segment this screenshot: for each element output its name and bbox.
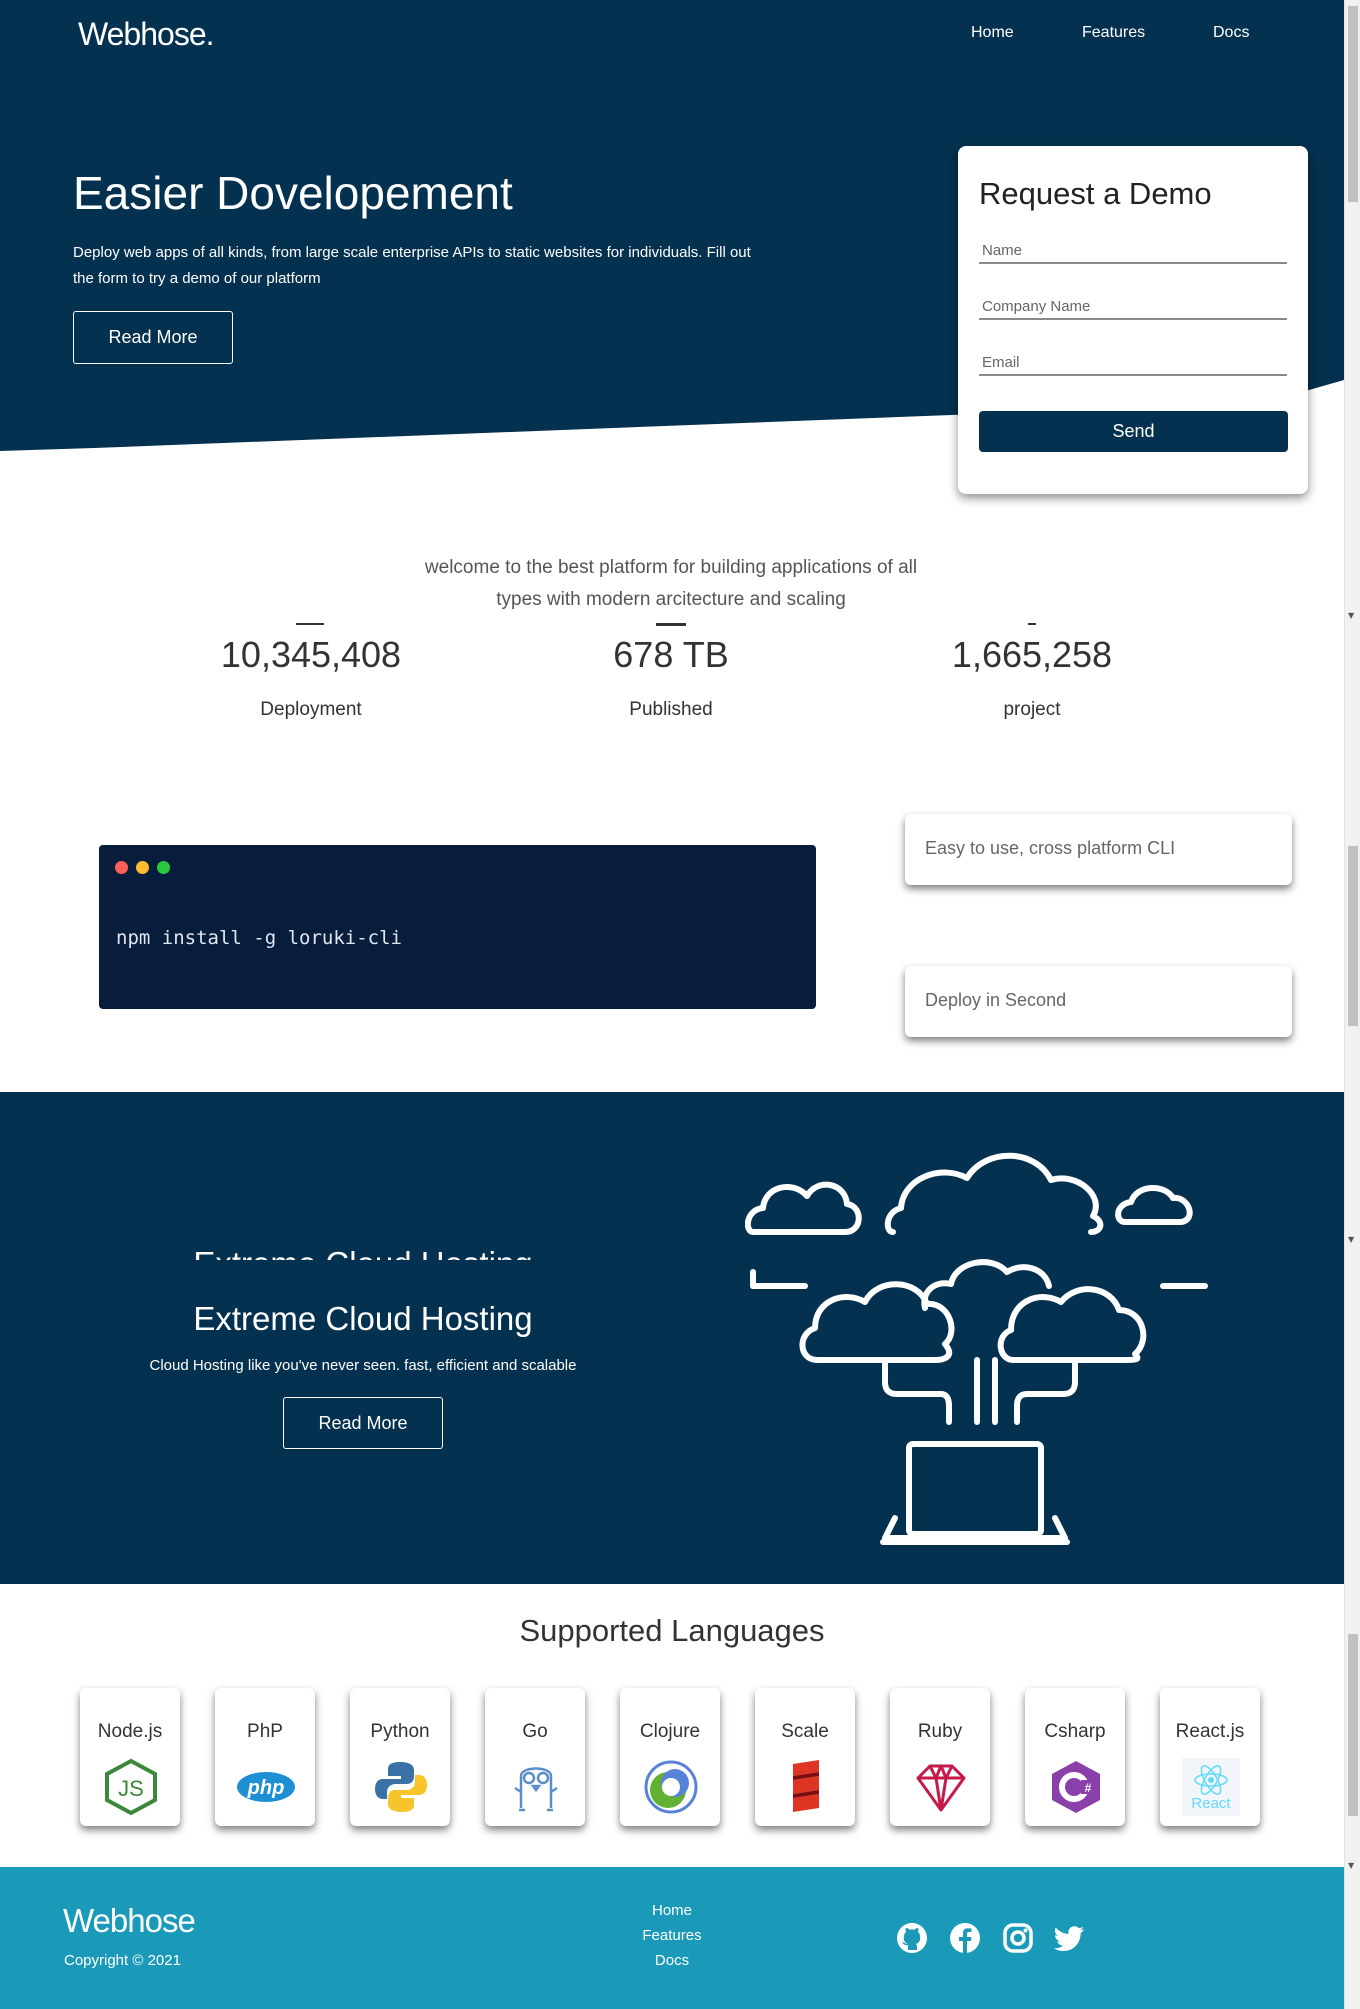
scala-icon	[793, 1760, 819, 1812]
lang-card-php[interactable]: PhP php	[215, 1688, 315, 1826]
feature-card-deploy: Deploy in Second	[905, 966, 1292, 1037]
svg-text:JS: JS	[118, 1776, 144, 1801]
email-field[interactable]: Email	[979, 346, 1287, 376]
cloud-title-ghost: Extreme Cloud Hosting	[0, 1240, 726, 1260]
footer: Webhose Copyright © 2021 Home Features D…	[0, 1867, 1344, 2009]
twitter-icon[interactable]	[1054, 1922, 1086, 1954]
hero-description: Deploy web apps of all kinds, from large…	[73, 244, 751, 287]
stat-project-value: 1,665,258	[951, 634, 1113, 675]
stat-published-value: 678 TB	[613, 634, 729, 675]
maximize-dot	[157, 861, 170, 874]
lang-card-clojure[interactable]: Clojure	[620, 1688, 720, 1826]
lang-name: Scale	[781, 1721, 829, 1742]
facebook-icon[interactable]	[949, 1922, 981, 1954]
languages-title: Supported Languages	[519, 1613, 825, 1648]
company-placeholder: Company Name	[982, 298, 1091, 315]
lang-card-nodejs[interactable]: Node.js JS	[80, 1688, 180, 1826]
close-dot	[115, 861, 128, 874]
demo-title: Request a Demo	[979, 176, 1212, 211]
react-icon: React	[1182, 1758, 1240, 1816]
footer-link-home[interactable]: Home	[0, 1902, 1344, 1919]
hero-title: Easier Dovelopement	[73, 167, 513, 219]
php-icon: php	[237, 1772, 295, 1802]
stat-decoration	[1028, 623, 1036, 625]
name-field[interactable]: Name	[979, 234, 1287, 264]
scroll-down-arrow[interactable]: ▼	[1348, 612, 1354, 620]
lang-name: Python	[370, 1721, 430, 1742]
cloud-read-more-button[interactable]: Read More	[283, 1397, 443, 1449]
cloud-laptop-illustration	[745, 1152, 1208, 1545]
clojure-icon	[644, 1760, 698, 1814]
lang-card-ruby[interactable]: Ruby	[890, 1688, 990, 1826]
stat-project-label: project	[1003, 699, 1061, 720]
lang-name: PhP	[247, 1721, 283, 1742]
lang-card-react[interactable]: React.js React	[1160, 1688, 1260, 1826]
stat-decoration	[296, 623, 324, 625]
stat-deployment-label: Deployment	[260, 699, 362, 720]
scroll-down-arrow[interactable]: ▼	[1348, 1236, 1354, 1244]
scrollbar-thumb[interactable]	[1348, 1634, 1358, 1816]
go-icon	[514, 1767, 558, 1812]
footer-link-features[interactable]: Features	[0, 1927, 1344, 1944]
terminal-command: npm install -g loruki-cli	[116, 927, 402, 949]
terminal-window: npm install -g loruki-cli	[99, 845, 816, 1009]
instagram-icon[interactable]	[1002, 1922, 1034, 1954]
scrollbar-thumb[interactable]	[1348, 846, 1358, 1026]
lang-name: React.js	[1175, 1721, 1245, 1742]
hero-read-more-button[interactable]: Read More	[73, 311, 233, 364]
send-button[interactable]: Send	[979, 411, 1288, 452]
feature-label: Easy to use, cross platform CLI	[925, 838, 1176, 858]
lang-name: Go	[522, 1721, 548, 1742]
scroll-down-arrow[interactable]: ▼	[1348, 1862, 1354, 1870]
stat-decoration	[656, 623, 686, 626]
lang-name: Node.js	[97, 1721, 163, 1742]
cloud-subtitle: Cloud Hosting like you've never seen. fa…	[149, 1357, 577, 1374]
footer-link-docs[interactable]: Docs	[0, 1952, 1344, 1969]
logo[interactable]: Webhose.	[78, 16, 214, 53]
lang-card-go[interactable]: Go	[485, 1688, 585, 1826]
cloud-title: Extreme Cloud Hosting	[193, 1300, 533, 1337]
nav-docs[interactable]: Docs	[1213, 24, 1249, 42]
nav-features[interactable]: Features	[1082, 24, 1145, 42]
name-placeholder: Name	[982, 242, 1023, 259]
ruby-icon	[916, 1764, 966, 1812]
lang-name: Csharp	[1044, 1721, 1106, 1742]
feature-card-cli: Easy to use, cross platform CLI	[905, 814, 1292, 885]
minimize-dot	[136, 861, 149, 874]
stat-published-label: Published	[629, 699, 713, 720]
welcome-text: welcome to the best platform for buildin…	[424, 557, 918, 610]
csharp-icon: #	[1052, 1761, 1100, 1813]
feature-label: Deploy in Second	[925, 990, 1067, 1010]
lang-name: Clojure	[639, 1721, 701, 1742]
svg-text:php: php	[247, 1777, 285, 1799]
lang-card-csharp[interactable]: Csharp #	[1025, 1688, 1125, 1826]
lang-card-scala[interactable]: Scale	[755, 1688, 855, 1826]
scrollbar[interactable]: ▼ ▼ ▼	[1344, 0, 1360, 2009]
lang-card-python[interactable]: Python	[350, 1688, 450, 1826]
nav-home[interactable]: Home	[971, 24, 1014, 42]
stat-deployment-value: 10,345,408	[220, 634, 402, 675]
cloud-hosting-section: Extreme Cloud Hosting Extreme Cloud Host…	[0, 1092, 1344, 1584]
company-name-field[interactable]: Company Name	[979, 290, 1287, 320]
nodejs-icon: JS	[105, 1758, 157, 1816]
python-icon	[375, 1762, 427, 1812]
svg-text:#: #	[1085, 1781, 1092, 1795]
email-placeholder: Email	[982, 354, 1020, 371]
github-icon[interactable]	[896, 1922, 928, 1954]
lang-name: Ruby	[917, 1721, 963, 1742]
scrollbar-thumb[interactable]	[1348, 6, 1358, 202]
request-demo-card: Request a Demo Name Company Name Email S…	[958, 146, 1308, 494]
svg-text:React: React	[1191, 1795, 1231, 1812]
